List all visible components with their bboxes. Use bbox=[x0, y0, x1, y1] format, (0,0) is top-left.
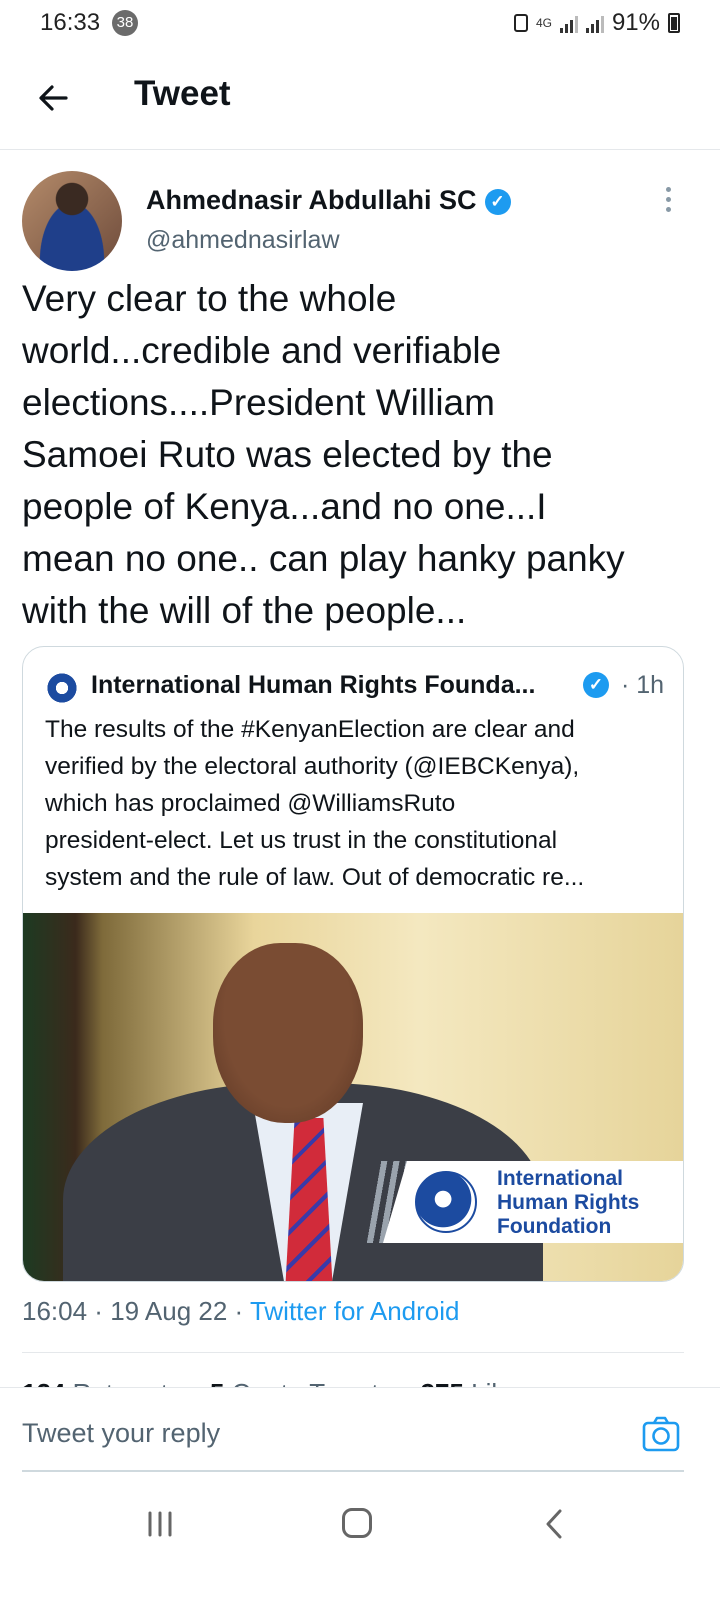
quoted-tweet-time-value: 1h bbox=[636, 671, 665, 699]
retweets-count: 124 bbox=[22, 1378, 65, 1387]
author-handle[interactable]: @ahmednasirlaw bbox=[146, 226, 340, 255]
author-name-text: Ahmednasir Abdullahi SC bbox=[146, 185, 477, 215]
status-right-cluster: 4G 91% bbox=[513, 9, 680, 37]
tweet-text: Very clear to the whole world...credible… bbox=[22, 278, 625, 631]
tweet-stats-row: 124 Retweets 5 Quote Tweets 375 Likes bbox=[22, 1368, 684, 1387]
globe-logo-icon bbox=[415, 1171, 477, 1233]
home-icon[interactable] bbox=[342, 1508, 372, 1538]
quoted-verified-badge-icon: ✓ bbox=[583, 672, 609, 698]
quoted-tweet-image[interactable]: International Human Rights Foundation bbox=[23, 913, 683, 1281]
back-arrow-icon[interactable] bbox=[32, 76, 76, 120]
network-type-label: 4G bbox=[535, 15, 552, 30]
tweet-date: 19 Aug 22 bbox=[110, 1296, 228, 1326]
image-head-shape bbox=[213, 943, 363, 1123]
avatar[interactable] bbox=[22, 171, 122, 271]
author-name[interactable]: Ahmednasir Abdullahi SC ✓ bbox=[146, 185, 511, 216]
battery-percent: 91% bbox=[611, 9, 660, 36]
likes-count: 375 bbox=[420, 1378, 463, 1387]
tweet-source-link[interactable]: Twitter for Android bbox=[250, 1296, 460, 1326]
status-time: 16:33 bbox=[40, 9, 101, 36]
signal-icon-1 bbox=[559, 13, 578, 33]
verified-badge-icon: ✓ bbox=[484, 188, 511, 215]
quoted-author-name: International Human Rights Founda... bbox=[91, 671, 536, 699]
page-title: Tweet bbox=[134, 74, 231, 113]
reply-input[interactable]: Tweet your reply bbox=[22, 1418, 220, 1449]
signal-icon-2 bbox=[585, 13, 604, 33]
quoted-tweet-card[interactable]: International Human Rights Founda... ✓ ·… bbox=[22, 646, 684, 1282]
quoted-tweet-text: The results of the #KenyanElection are c… bbox=[45, 716, 585, 891]
notification-count-badge: 38 bbox=[112, 10, 138, 36]
system-nav-bar bbox=[0, 1484, 720, 1600]
top-app-bar: Tweet bbox=[0, 46, 720, 150]
reply-underline bbox=[22, 1470, 684, 1472]
tweet-time: 16:04 bbox=[22, 1296, 88, 1326]
tweet-meta: 16:04 · 19 Aug 22 · Twitter for Android bbox=[22, 1296, 460, 1326]
quotes-count: 5 bbox=[210, 1378, 224, 1387]
likes-label: Likes bbox=[471, 1378, 532, 1387]
tweet-stats[interactable]: 124 Retweets 5 Quote Tweets 375 Likes bbox=[22, 1378, 532, 1387]
camera-icon[interactable] bbox=[642, 1416, 680, 1452]
divider bbox=[22, 1352, 684, 1353]
battery-icon bbox=[668, 13, 680, 33]
retweets-label: Retweets bbox=[73, 1378, 181, 1387]
quoted-author-avatar bbox=[45, 671, 79, 705]
image-brand-text: International Human Rights Foundation bbox=[497, 1167, 640, 1238]
status-bar: 16:33 38 4G 91% bbox=[0, 0, 720, 46]
nav-back-icon[interactable] bbox=[542, 1508, 566, 1540]
battery-saver-icon bbox=[513, 14, 528, 32]
more-options-icon[interactable] bbox=[660, 187, 676, 217]
recent-apps-icon[interactable] bbox=[146, 1510, 174, 1538]
quotes-label: Quote Tweets bbox=[232, 1378, 392, 1387]
quoted-tweet-time: · 1h bbox=[621, 671, 665, 699]
